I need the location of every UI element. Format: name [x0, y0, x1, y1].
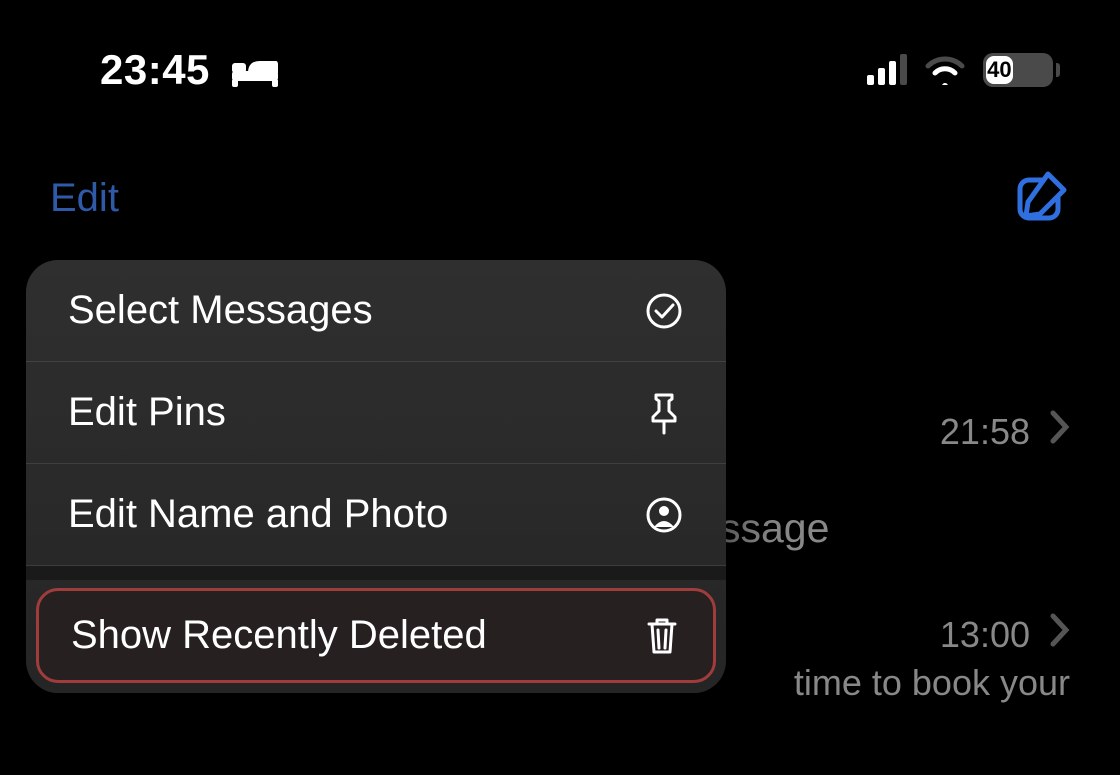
sleep-focus-icon — [230, 51, 280, 89]
edit-button[interactable]: Edit — [50, 176, 119, 221]
status-left: 23:45 — [100, 46, 280, 94]
compose-icon[interactable] — [1014, 170, 1070, 226]
menu-item-label: Edit Name and Photo — [68, 492, 448, 537]
nav-bar: Edit — [0, 170, 1120, 226]
status-bar: 23:45 40 — [0, 40, 1120, 100]
chevron-right-icon — [1050, 410, 1070, 453]
wifi-icon — [925, 55, 965, 85]
menu-item-select-messages[interactable]: Select Messages — [26, 260, 726, 362]
menu-item-label: Edit Pins — [68, 390, 226, 435]
trash-icon — [643, 614, 681, 658]
conversation-time: 13:00 — [940, 614, 1030, 656]
battery-percent-label: 40 — [987, 57, 1011, 83]
menu-separator — [26, 566, 726, 580]
menu-item-edit-pins[interactable]: Edit Pins — [26, 362, 726, 464]
checkmark-circle-icon — [644, 291, 684, 331]
conversation-preview-fragment: ssage — [720, 505, 829, 552]
menu-item-edit-name-photo[interactable]: Edit Name and Photo — [26, 464, 726, 566]
edit-menu: Select Messages Edit Pins Edit Name and … — [26, 260, 726, 693]
cellular-signal-icon — [867, 55, 907, 85]
chevron-right-icon — [1050, 613, 1070, 656]
conversation-time: 21:58 — [940, 411, 1030, 453]
status-time: 23:45 — [100, 46, 210, 94]
menu-item-show-recently-deleted[interactable]: Show Recently Deleted — [36, 588, 716, 683]
menu-item-label: Show Recently Deleted — [71, 613, 487, 658]
person-circle-icon — [644, 495, 684, 535]
menu-item-label: Select Messages — [68, 288, 373, 333]
pin-icon — [644, 391, 684, 435]
status-right: 40 — [867, 53, 1060, 87]
battery-indicator: 40 — [983, 53, 1060, 87]
